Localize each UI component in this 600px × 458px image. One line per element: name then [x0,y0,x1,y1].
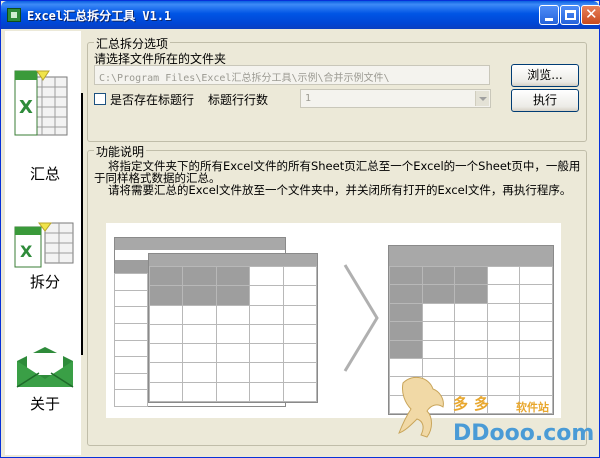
sheet-header [149,254,317,266]
excel-split-icon: X [14,222,74,268]
browse-button[interactable]: 浏览... [511,64,579,87]
header-rows-value: 1 [305,93,312,104]
merge-illustration [106,223,561,418]
has-header-label: 是否存在标题行 [110,93,195,107]
sheet-header [115,260,151,274]
run-button[interactable]: 执行 [511,89,579,112]
svg-text:X: X [20,242,33,261]
maximize-icon [565,10,576,20]
close-button[interactable]: ✕ [581,5,600,25]
nav-item-split[interactable]: X 拆分 [9,221,81,341]
title-bar[interactable]: Excel汇总拆分工具 V1.1 ✕ [1,1,600,29]
window-title: Excel汇总拆分工具 V1.1 [27,9,172,23]
sheet-header [115,238,285,250]
header-rows-label: 标题行行数 [208,93,269,107]
excel-summary-icon: X [14,70,68,136]
svg-text:X: X [19,97,33,118]
maximize-button[interactable] [560,5,580,25]
watermark-url: DDooo.com [453,421,595,446]
sheet-grid [148,265,318,403]
header-rows-select[interactable]: 1 [300,89,491,108]
side-nav: X 汇总 X 拆分 关于 [5,31,81,455]
nav-item-summary[interactable]: X 汇总 [9,61,81,183]
nav-item-about[interactable]: 关于 [9,343,81,458]
app-window: Excel汇总拆分工具 V1.1 ✕ X 汇总 X 拆分 关于 汇总拆分选项 请… [0,0,600,458]
source-sheet-front [148,253,318,403]
close-icon: ✕ [585,5,598,23]
horse-logo-icon [398,376,444,438]
folder-path-input[interactable]: C:\Program Files\Excel汇总拆分工具\示例\合并示例文件\ [94,65,490,85]
chevron-right-icon [343,264,379,372]
envelope-icon [16,347,74,388]
options-group: 汇总拆分选项 请选择文件所在的文件夹 C:\Program Files\Exce… [87,35,587,142]
watermark-site-tag: 软件站 [516,401,549,414]
nav-item-label: 拆分 [29,273,60,291]
watermark-site-name: 多多 [453,395,496,413]
minimize-icon [545,18,553,21]
app-icon [7,8,21,22]
nav-item-label: 关于 [29,395,60,413]
sheet-grid [114,273,148,407]
nav-item-label: 汇总 [29,165,60,183]
has-header-checkbox[interactable] [94,93,106,105]
chevron-down-icon[interactable] [475,91,489,106]
minimize-button[interactable] [539,5,559,25]
nav-divider [81,93,83,355]
info-text-line: 请将需要汇总的Excel文件放至一个文件夹中，并关闭所有打开的Excel文件，再… [108,183,572,197]
sheet-header [389,246,553,266]
